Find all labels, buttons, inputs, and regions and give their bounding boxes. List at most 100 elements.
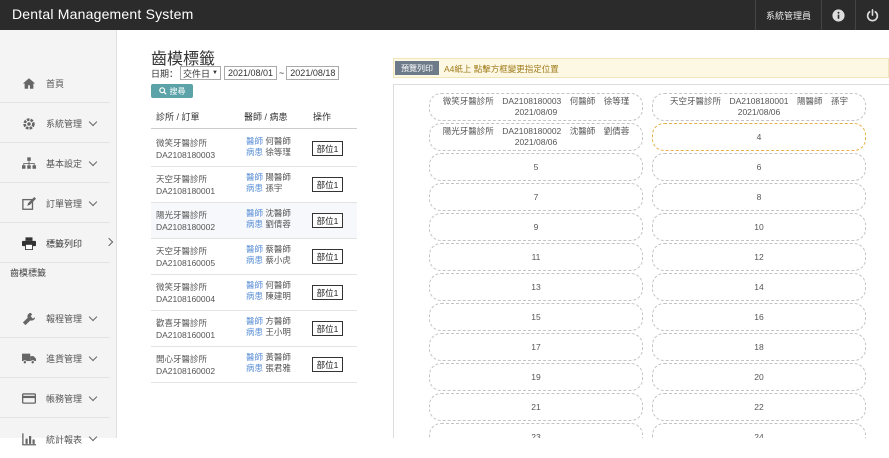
label-slot[interactable]: 5 [429, 153, 643, 181]
patient-tag: 病患 [246, 255, 264, 265]
doctor-name: 陽醫師 [265, 172, 291, 182]
position-button[interactable]: 部位1 [312, 321, 343, 336]
label-slot-filled[interactable]: 陽光牙醫診所 DA2108180002 沈醫師 劉倩蓉 2021/08/06 [429, 123, 643, 151]
label-slot-filled[interactable]: 天空牙醫診所 DA2108180001 陽醫師 孫宇 2021/08/06 [652, 93, 866, 121]
slot-number: 24 [754, 431, 764, 439]
patient-tag: 病患 [246, 147, 264, 157]
label-slot[interactable]: 7 [429, 183, 643, 211]
slot-number: 16 [754, 311, 764, 322]
header-action: 操作 [313, 112, 332, 122]
label-slot[interactable]: 15 [429, 303, 643, 331]
position-button[interactable]: 部位1 [312, 141, 343, 156]
sidebar-item-system[interactable]: 系統管理 [0, 105, 110, 143]
info-icon [832, 8, 845, 22]
date-type-select[interactable]: 交件日 ▼ [180, 66, 221, 80]
table-row: 歡喜牙醫診所 DA2108160001 醫師 方醫師 病患 王小明 部位1 [151, 311, 357, 347]
doctor-name: 方醫師 [265, 316, 291, 326]
position-button[interactable]: 部位1 [312, 357, 343, 372]
chart-icon [22, 432, 36, 446]
doctor-name: 黃醫師 [265, 352, 291, 362]
table-row: 微笑牙醫診所 DA2108180003 醫師 何醫師 病患 徐等瑾 部位1 [151, 131, 357, 167]
sidebar-item-settings[interactable]: 基本設定 [0, 145, 110, 183]
table-row: 開心牙醫診所 DA2108160002 醫師 黃醫師 病患 張君雅 部位1 [151, 347, 357, 383]
preview-print-button[interactable]: 預覽列印 [395, 61, 439, 75]
position-button[interactable]: 部位1 [312, 177, 343, 192]
date-label: 日期： [151, 68, 179, 79]
sitemap-icon [22, 157, 36, 171]
table-row: 天空牙醫診所 DA2108160005 醫師 蔡醫師 病患 蔡小虎 部位1 [151, 239, 357, 275]
slot-number: 15 [531, 311, 541, 322]
label-slot[interactable]: 22 [652, 393, 866, 421]
logout-button[interactable] [855, 0, 889, 30]
label-slot[interactable]: 18 [652, 333, 866, 361]
sidebar-item-label-print[interactable]: 標籤列印 [0, 225, 114, 263]
sidebar-item-label: 訂單管理 [46, 199, 83, 209]
doctor-tag: 醫師 [246, 208, 264, 218]
label-line: 陽光牙醫診所 DA2108180002 沈醫師 劉倩蓉 [442, 126, 630, 136]
slot-number: 4 [756, 131, 762, 142]
a4-sheet: 微笑牙醫診所 DA2108180003 何醫師 徐等瑾 2021/08/09 天空牙… [393, 84, 889, 438]
label-slot-filled[interactable]: 微笑牙醫診所 DA2108180003 何醫師 徐等瑾 2021/08/09 [429, 93, 643, 121]
label-slot[interactable]: 14 [652, 273, 866, 301]
label-slot[interactable]: 19 [429, 363, 643, 391]
table-row: 微笑牙醫診所 DA2108160004 醫師 何醫師 病患 陳建明 部位1 [151, 275, 357, 311]
clinic-name: 陽光牙醫診所 [156, 210, 208, 220]
label-slot[interactable]: 12 [652, 243, 866, 271]
patient-name: 陳建明 [265, 291, 291, 301]
date-filter: 日期： 交件日 ▼ 2021/08/01 ~ 2021/08/18 [151, 66, 340, 80]
slot-number: 17 [531, 341, 541, 352]
chevron-right-icon [104, 237, 114, 247]
sidebar-item-label: 統計報表 [46, 434, 83, 445]
chevron-down-icon [88, 197, 98, 207]
clinic-name: 開心牙醫診所 [156, 354, 208, 364]
label-slot[interactable]: 16 [652, 303, 866, 331]
doctor-patient-cell: 醫師 方醫師 病患 王小明 [246, 316, 291, 338]
sidebar-item-reports[interactable]: 統計報表 [0, 420, 110, 458]
clinic-name: 天空牙醫診所 [156, 246, 208, 256]
position-button[interactable]: 部位1 [312, 213, 343, 228]
label-slot[interactable]: 20 [652, 363, 866, 391]
patient-name: 劉倩蓉 [265, 219, 291, 229]
sidebar-item-label: 基本設定 [46, 159, 83, 169]
label-slot[interactable]: 13 [429, 273, 643, 301]
gear-icon [22, 117, 36, 131]
date-to-input[interactable]: 2021/08/18 [286, 66, 340, 80]
search-button[interactable]: 搜尋 [151, 84, 193, 98]
label-slot[interactable]: 23 [429, 423, 643, 438]
label-slot[interactable]: 4 [652, 123, 866, 151]
doctor-patient-cell: 醫師 何醫師 病患 陳建明 [246, 280, 291, 302]
date-from-input[interactable]: 2021/08/01 [223, 66, 278, 80]
info-button[interactable] [821, 0, 855, 30]
power-icon [866, 8, 879, 21]
clinic-name: 天空牙醫診所 [156, 174, 208, 184]
label-slot[interactable]: 8 [652, 183, 866, 211]
clinic-name: 微笑牙醫診所 [156, 138, 208, 148]
slot-number: 19 [531, 371, 541, 382]
header-doctor-patient: 醫師 / 病患 [244, 112, 288, 122]
patient-tag: 病患 [246, 327, 264, 337]
position-button[interactable]: 部位1 [312, 285, 343, 300]
sidebar-item-purchase[interactable]: 進貨管理 [0, 340, 110, 378]
sidebar-item-home[interactable]: 首頁 [0, 65, 110, 103]
preview-bar: 預覽列印 A4紙上 點擊方框變更指定位置 [393, 58, 889, 78]
label-slot[interactable]: 10 [652, 213, 866, 241]
position-button[interactable]: 部位1 [312, 249, 343, 264]
slot-number: 10 [754, 221, 764, 232]
user-menu[interactable]: 系統管理員 [755, 0, 821, 30]
label-slot[interactable]: 17 [429, 333, 643, 361]
label-line: 天空牙醫診所 DA2108180001 陽醫師 孫宇 [669, 96, 849, 106]
order-number: DA2108160002 [156, 366, 216, 376]
label-slot[interactable]: 11 [429, 243, 643, 271]
sidebar-item-accounting[interactable]: 帳務管理 [0, 380, 110, 418]
doctor-tag: 醫師 [246, 136, 264, 146]
sidebar-item-orders[interactable]: 訂單管理 [0, 185, 110, 223]
label-slot[interactable]: 6 [652, 153, 866, 181]
doctor-name: 何醫師 [265, 280, 291, 290]
sidebar-subitem-dental-label[interactable]: 齒模標籤 [10, 266, 46, 279]
doctor-name: 沈醫師 [265, 208, 291, 218]
label-slot[interactable]: 24 [652, 423, 866, 438]
label-slot[interactable]: 9 [429, 213, 643, 241]
doctor-name: 蔡醫師 [265, 244, 291, 254]
sidebar-item-process[interactable]: 報程管理 [0, 300, 110, 338]
label-slot[interactable]: 21 [429, 393, 643, 421]
